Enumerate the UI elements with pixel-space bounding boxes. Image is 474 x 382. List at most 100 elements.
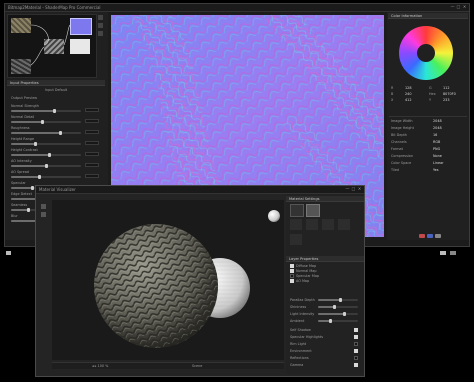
map-checkbox[interactable] [290,264,294,268]
right-panel: Color Information R 128 G 112 B 240 Hex 8070F0 X… [387,12,469,240]
visualizer-maximize-button[interactable]: □ [351,187,356,191]
scene-dropdown[interactable]: Scene [192,364,202,368]
node-graph[interactable] [7,14,97,78]
param-slider-knob[interactable] [37,175,41,179]
param-slider-knob[interactable] [27,208,30,212]
param-value-field[interactable] [85,119,99,123]
param-label: AO Intensity [11,159,32,163]
info-value: 112 [443,86,450,90]
option-checkbox[interactable] [354,356,358,360]
texture-slot-grid [290,204,360,252]
visualizer-titlebar[interactable]: Material Visualizer — □ ✕ [36,186,364,194]
param-label: Specular [11,181,26,185]
param-value-field[interactable] [85,141,99,145]
map-label: Normal Map [296,269,317,273]
option-checkbox[interactable] [354,349,358,353]
material-slider-fill [318,306,334,308]
material-settings-header: Material Settings [286,196,364,202]
info-key: X [391,98,394,102]
param-slider[interactable] [11,120,81,124]
material-slider-knob[interactable] [332,305,336,309]
taskbar-left-icon[interactable] [6,251,11,255]
taskbar-right-icon[interactable] [440,251,446,255]
param-slider-knob[interactable] [41,120,44,124]
map-label: Diffuse Map [296,264,317,268]
prop-key: Format [391,147,403,151]
rotate-icon[interactable] [41,204,46,209]
add-node-icon[interactable] [98,15,103,20]
texture-slot-3[interactable] [290,219,302,230]
taskbar-right-icon-2[interactable] [450,251,456,255]
texture-slot-2[interactable] [306,204,320,217]
prop-key: Bit Depth [391,133,408,137]
param-value-field[interactable] [85,152,99,156]
param-slider-knob[interactable] [52,109,56,113]
option-checkbox[interactable] [354,335,358,339]
pan-icon[interactable] [41,212,46,217]
color-wheel-center [417,44,435,62]
material-slider[interactable] [318,298,358,302]
blue-channel-icon[interactable] [427,234,433,238]
layer-properties-title: Layer Properties [289,256,319,261]
settings-node-icon[interactable] [98,31,103,36]
red-channel-icon[interactable] [419,234,425,238]
minimize-button[interactable]: — [450,5,455,9]
material-map-rows: Diffuse Map Normal Map Specular Map AO Map [288,264,362,284]
param-slider[interactable] [11,131,81,135]
param-slider-knob[interactable] [34,142,37,146]
param-slider-fill [11,176,39,178]
param-value-field[interactable] [85,130,99,134]
maximize-button[interactable]: □ [456,5,461,9]
visualizer-minimize-button[interactable]: — [345,187,350,191]
main-titlebar[interactable]: Bitmap2Material - ShaderMap Pro Commerci… [5,4,469,12]
prop-value: 2048 [433,126,442,130]
param-slider[interactable] [11,109,81,113]
option-checkbox[interactable] [354,328,358,332]
texture-slot-1[interactable] [290,204,304,217]
param-value-field[interactable] [85,108,99,112]
texture-slot-4[interactable] [306,219,318,230]
color-wheel[interactable] [399,26,453,80]
alpha-channel-icon[interactable] [435,234,441,238]
3d-viewport[interactable] [52,200,284,360]
param-slider-fill [11,143,36,145]
param-slider[interactable] [11,164,81,168]
param-slider[interactable] [11,153,81,157]
texture-slot-5[interactable] [322,219,334,230]
param-slider-fill [11,187,32,189]
material-slider-fill [318,299,340,301]
param-slider-knob[interactable] [58,131,62,135]
close-button[interactable]: ✕ [462,5,467,9]
param-slider-fill [11,154,50,156]
param-value-field[interactable] [85,163,99,167]
map-checkbox[interactable] [290,279,294,283]
material-slider-knob[interactable] [328,319,332,323]
main-window-title: Bitmap2Material - ShaderMap Pro Commerci… [8,5,101,10]
visualizer-close-button[interactable]: ✕ [357,187,362,191]
map-checkbox[interactable] [290,274,294,278]
material-slider[interactable] [318,319,358,323]
material-slider[interactable] [318,312,358,316]
param-slider-knob[interactable] [48,153,51,157]
param-slider[interactable] [11,142,81,146]
param-label: Blur [11,214,18,218]
material-slider-knob[interactable] [338,298,342,302]
layer-properties-header: Layer Properties [286,256,364,262]
option-checkbox[interactable] [354,363,358,367]
param-label: Seamless [11,203,28,207]
param-value-field[interactable] [85,174,99,178]
section-input-default: Input Default [45,88,68,92]
prop-value: 2048 [433,119,442,123]
material-slider-fill [318,313,344,315]
texture-slot-6[interactable] [338,219,350,230]
param-slider-knob[interactable] [44,164,48,168]
map-checkbox[interactable] [290,269,294,273]
param-slider[interactable] [11,175,81,179]
delete-node-icon[interactable] [98,23,103,28]
texture-slot-7[interactable] [290,234,302,245]
material-slider[interactable] [318,305,358,309]
param-slider-knob[interactable] [30,186,34,190]
material-slider-knob[interactable] [342,312,346,316]
zoom-readout[interactable]: ◂ ▸ 100 % [92,364,108,368]
option-checkbox[interactable] [354,342,358,346]
